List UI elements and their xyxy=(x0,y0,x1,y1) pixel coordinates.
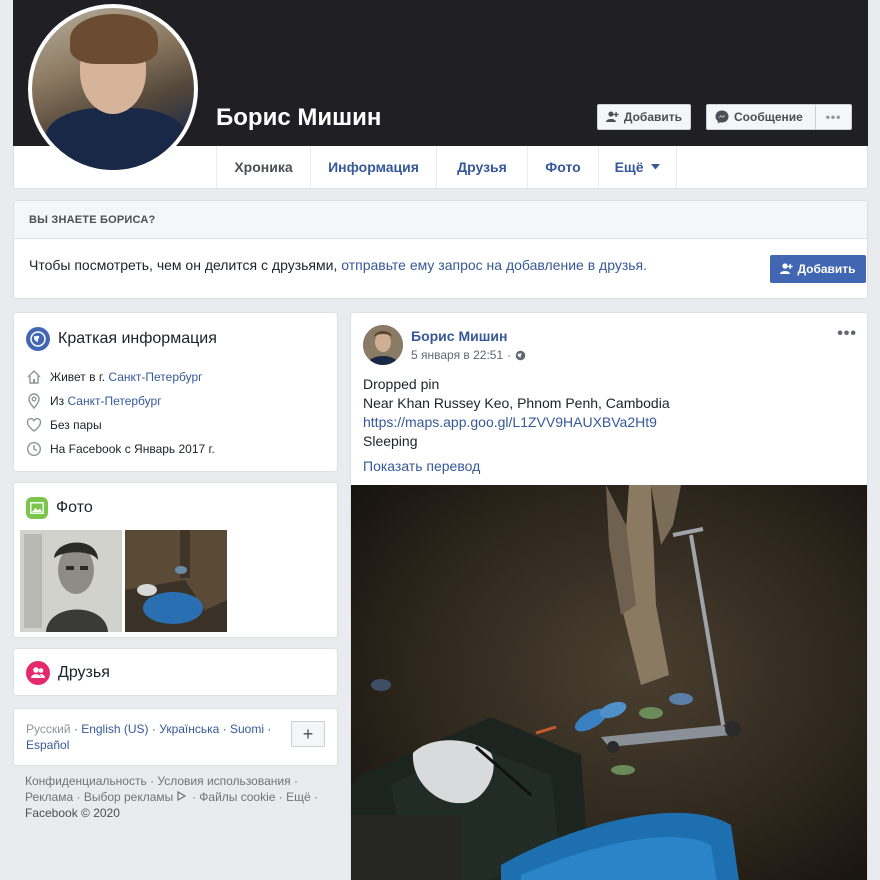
language-card: Русский · English (US) · Українська · Su… xyxy=(13,708,338,766)
know-text-before: Чтобы посмотреть, чем он делится с друзь… xyxy=(29,257,342,273)
footer-links: Конфиденциальность · Условия использован… xyxy=(25,774,319,820)
footer-privacy-link[interactable]: Конфиденциальность xyxy=(25,774,147,788)
intro-lives-link[interactable]: Санкт-Петербург xyxy=(108,370,202,384)
show-translation-link[interactable]: Показать перевод xyxy=(363,457,670,476)
add-friend-button[interactable]: Добавить xyxy=(597,104,691,130)
heart-icon xyxy=(26,417,42,432)
add-friend-label: Добавить xyxy=(623,110,682,124)
tab-friends-label: Друзья xyxy=(457,159,507,175)
language-list: Русский · English (US) · Українська · Su… xyxy=(26,722,272,752)
language-current: Русский xyxy=(26,722,71,736)
photo-thumbnail-1[interactable] xyxy=(20,530,122,632)
add-friend-primary-label: Добавить xyxy=(797,262,856,276)
intro-row-joined: На Facebook с Январь 2017 г. xyxy=(26,441,215,457)
intro-card: Краткая информация Живет в г. Санкт-Пете… xyxy=(13,312,338,472)
intro-lives-prefix: Живет в г. xyxy=(50,370,109,384)
language-spanish[interactable]: Español xyxy=(26,738,69,752)
post-maps-link[interactable]: https://maps.app.goo.gl/L1ZVV9HAUXBVa2Ht… xyxy=(363,413,670,432)
intro-row-lives: Живет в г. Санкт-Петербург xyxy=(26,369,203,385)
message-label: Сообщение xyxy=(734,110,803,124)
photo-icon xyxy=(26,497,48,519)
intro-title-text: Краткая информация xyxy=(58,330,217,347)
post-line-1: Dropped pin xyxy=(363,376,440,392)
friends-card: Друзья xyxy=(13,648,338,696)
friends-title-text: Друзья xyxy=(58,664,110,681)
photos-title-text: Фото xyxy=(56,499,93,516)
language-finnish[interactable]: Suomi xyxy=(230,722,264,736)
post-timestamp[interactable]: 5 января в 22:51 xyxy=(411,348,503,362)
meta-separator: · xyxy=(507,348,512,362)
do-you-know-text: Чтобы посмотреть, чем он делится с друзь… xyxy=(29,257,647,273)
footer-terms-link[interactable]: Условия использования xyxy=(157,774,290,788)
more-languages-button[interactable]: + xyxy=(291,721,325,747)
post-options-button[interactable]: ••• xyxy=(837,325,857,343)
friends-title[interactable]: Друзья xyxy=(26,661,110,685)
intro-joined-text: На Facebook с Январь 2017 г. xyxy=(50,442,215,456)
footer-more-link[interactable]: Ещё xyxy=(286,790,311,804)
post-photo[interactable] xyxy=(351,485,867,880)
post-line-3: Sleeping xyxy=(363,433,418,449)
post-meta: 5 января в 22:51 · xyxy=(411,348,526,362)
photos-title[interactable]: Фото xyxy=(26,497,93,519)
do-you-know-card: ВЫ ЗНАЕТЕ БОРИСА? Чтобы посмотреть, чем … xyxy=(13,200,868,299)
tab-timeline[interactable]: Хроника xyxy=(216,146,310,188)
photo-thumbnail-2[interactable] xyxy=(125,530,227,632)
more-options-button[interactable]: ••• xyxy=(815,104,852,130)
language-ukrainian[interactable]: Українська xyxy=(159,722,219,736)
intro-from-link[interactable]: Санкт-Петербург xyxy=(67,394,161,408)
messenger-icon xyxy=(715,110,729,124)
tab-info-label: Информация xyxy=(328,159,419,175)
intro-relationship-text: Без пары xyxy=(50,418,102,432)
tab-photos[interactable]: Фото xyxy=(527,146,598,188)
intro-title: Краткая информация xyxy=(26,327,217,351)
public-globe-icon[interactable] xyxy=(515,350,526,361)
photos-card: Фото xyxy=(13,482,338,638)
post-author-name[interactable]: Борис Мишин xyxy=(411,328,507,344)
intro-row-from: Из Санкт-Петербург xyxy=(26,393,162,409)
intro-row-relationship: Без пары xyxy=(26,417,102,433)
add-friend-primary-button[interactable]: Добавить xyxy=(770,255,866,283)
ad-choices-icon xyxy=(177,790,186,802)
footer-ads-link[interactable]: Реклама xyxy=(25,790,73,804)
more-dots-icon: ••• xyxy=(825,110,842,124)
tab-more[interactable]: Ещё xyxy=(598,146,677,188)
intro-from-prefix: Из xyxy=(50,394,68,408)
footer-copyright: Facebook © 2020 xyxy=(25,806,120,820)
message-button[interactable]: Сообщение xyxy=(706,104,816,130)
timeline-post: Борис Мишин 5 января в 22:51 · ••• Dropp… xyxy=(350,312,868,880)
post-line-2: Near Khan Russey Keo, Phnom Penh, Cambod… xyxy=(363,395,670,411)
add-friend-icon xyxy=(780,263,794,274)
clock-icon xyxy=(26,441,42,457)
profile-avatar[interactable] xyxy=(28,4,198,174)
profile-name[interactable]: Борис Мишин xyxy=(216,104,381,132)
friends-icon xyxy=(26,661,50,685)
tab-info[interactable]: Информация xyxy=(310,146,436,188)
tab-more-label: Ещё xyxy=(614,159,644,175)
language-english[interactable]: English (US) xyxy=(81,722,148,736)
footer-cookies-link[interactable]: Файлы cookie xyxy=(199,790,275,804)
plus-icon: + xyxy=(302,723,314,744)
location-pin-icon xyxy=(28,393,40,409)
home-icon xyxy=(27,370,41,384)
globe-icon xyxy=(26,327,50,351)
post-text: Dropped pin Near Khan Russey Keo, Phnom … xyxy=(363,375,670,476)
send-request-link[interactable]: отправьте ему запрос на добавление в дру… xyxy=(341,257,647,273)
footer-ad-choices-link[interactable]: Выбор рекламы xyxy=(84,790,173,804)
caret-down-icon xyxy=(651,164,661,170)
add-friend-icon xyxy=(606,111,619,122)
tab-photos-label: Фото xyxy=(545,159,581,175)
do-you-know-heading: ВЫ ЗНАЕТЕ БОРИСА? xyxy=(14,201,867,239)
tab-friends[interactable]: Друзья xyxy=(436,146,527,188)
tab-timeline-label: Хроника xyxy=(234,159,293,175)
post-author-avatar[interactable] xyxy=(363,325,403,365)
